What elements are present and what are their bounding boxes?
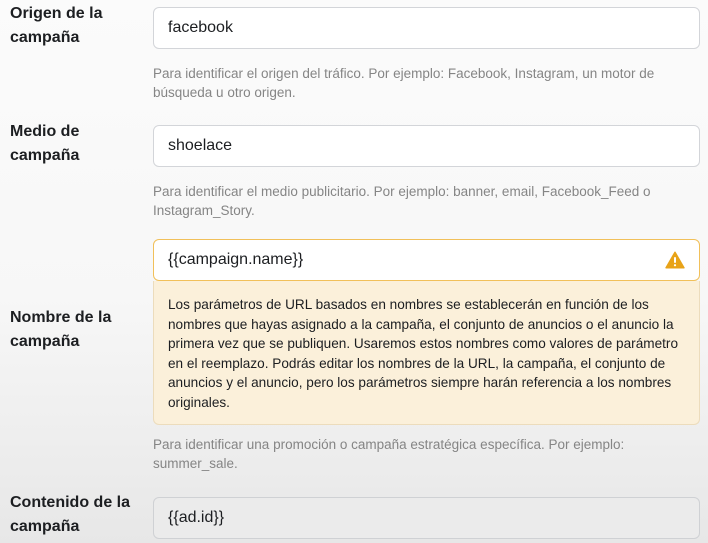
warning-triangle-icon bbox=[665, 251, 685, 269]
campaign-content-label: Contenido de la campaña bbox=[10, 494, 130, 535]
campaign-name-label: Nombre de la campaña bbox=[10, 309, 112, 350]
campaign-name-helper: Para identificar una promoción o campaña… bbox=[153, 437, 625, 471]
campaign-medium-label: Medio de campaña bbox=[10, 123, 80, 164]
campaign-name-input[interactable]: {{campaign.name}} bbox=[153, 239, 700, 281]
campaign-content-value: {{ad.id}} bbox=[168, 509, 225, 526]
campaign-source-input[interactable]: facebook bbox=[153, 7, 700, 49]
campaign-source-label: Origen de la campaña bbox=[10, 5, 103, 46]
campaign-medium-helper: Para identificar el medio publicitario. … bbox=[153, 184, 651, 218]
campaign-name-value: {{campaign.name}} bbox=[168, 251, 304, 268]
campaign-content-input[interactable]: {{ad.id}} bbox=[153, 497, 700, 539]
campaign-medium-value: shoelace bbox=[168, 137, 233, 154]
campaign-name-warning-message: Los parámetros de URL basados en nombres… bbox=[153, 281, 700, 425]
campaign-source-value: facebook bbox=[168, 19, 233, 36]
campaign-medium-input[interactable]: shoelace bbox=[153, 125, 700, 167]
campaign-source-helper: Para identificar el origen del tráfico. … bbox=[153, 66, 655, 100]
